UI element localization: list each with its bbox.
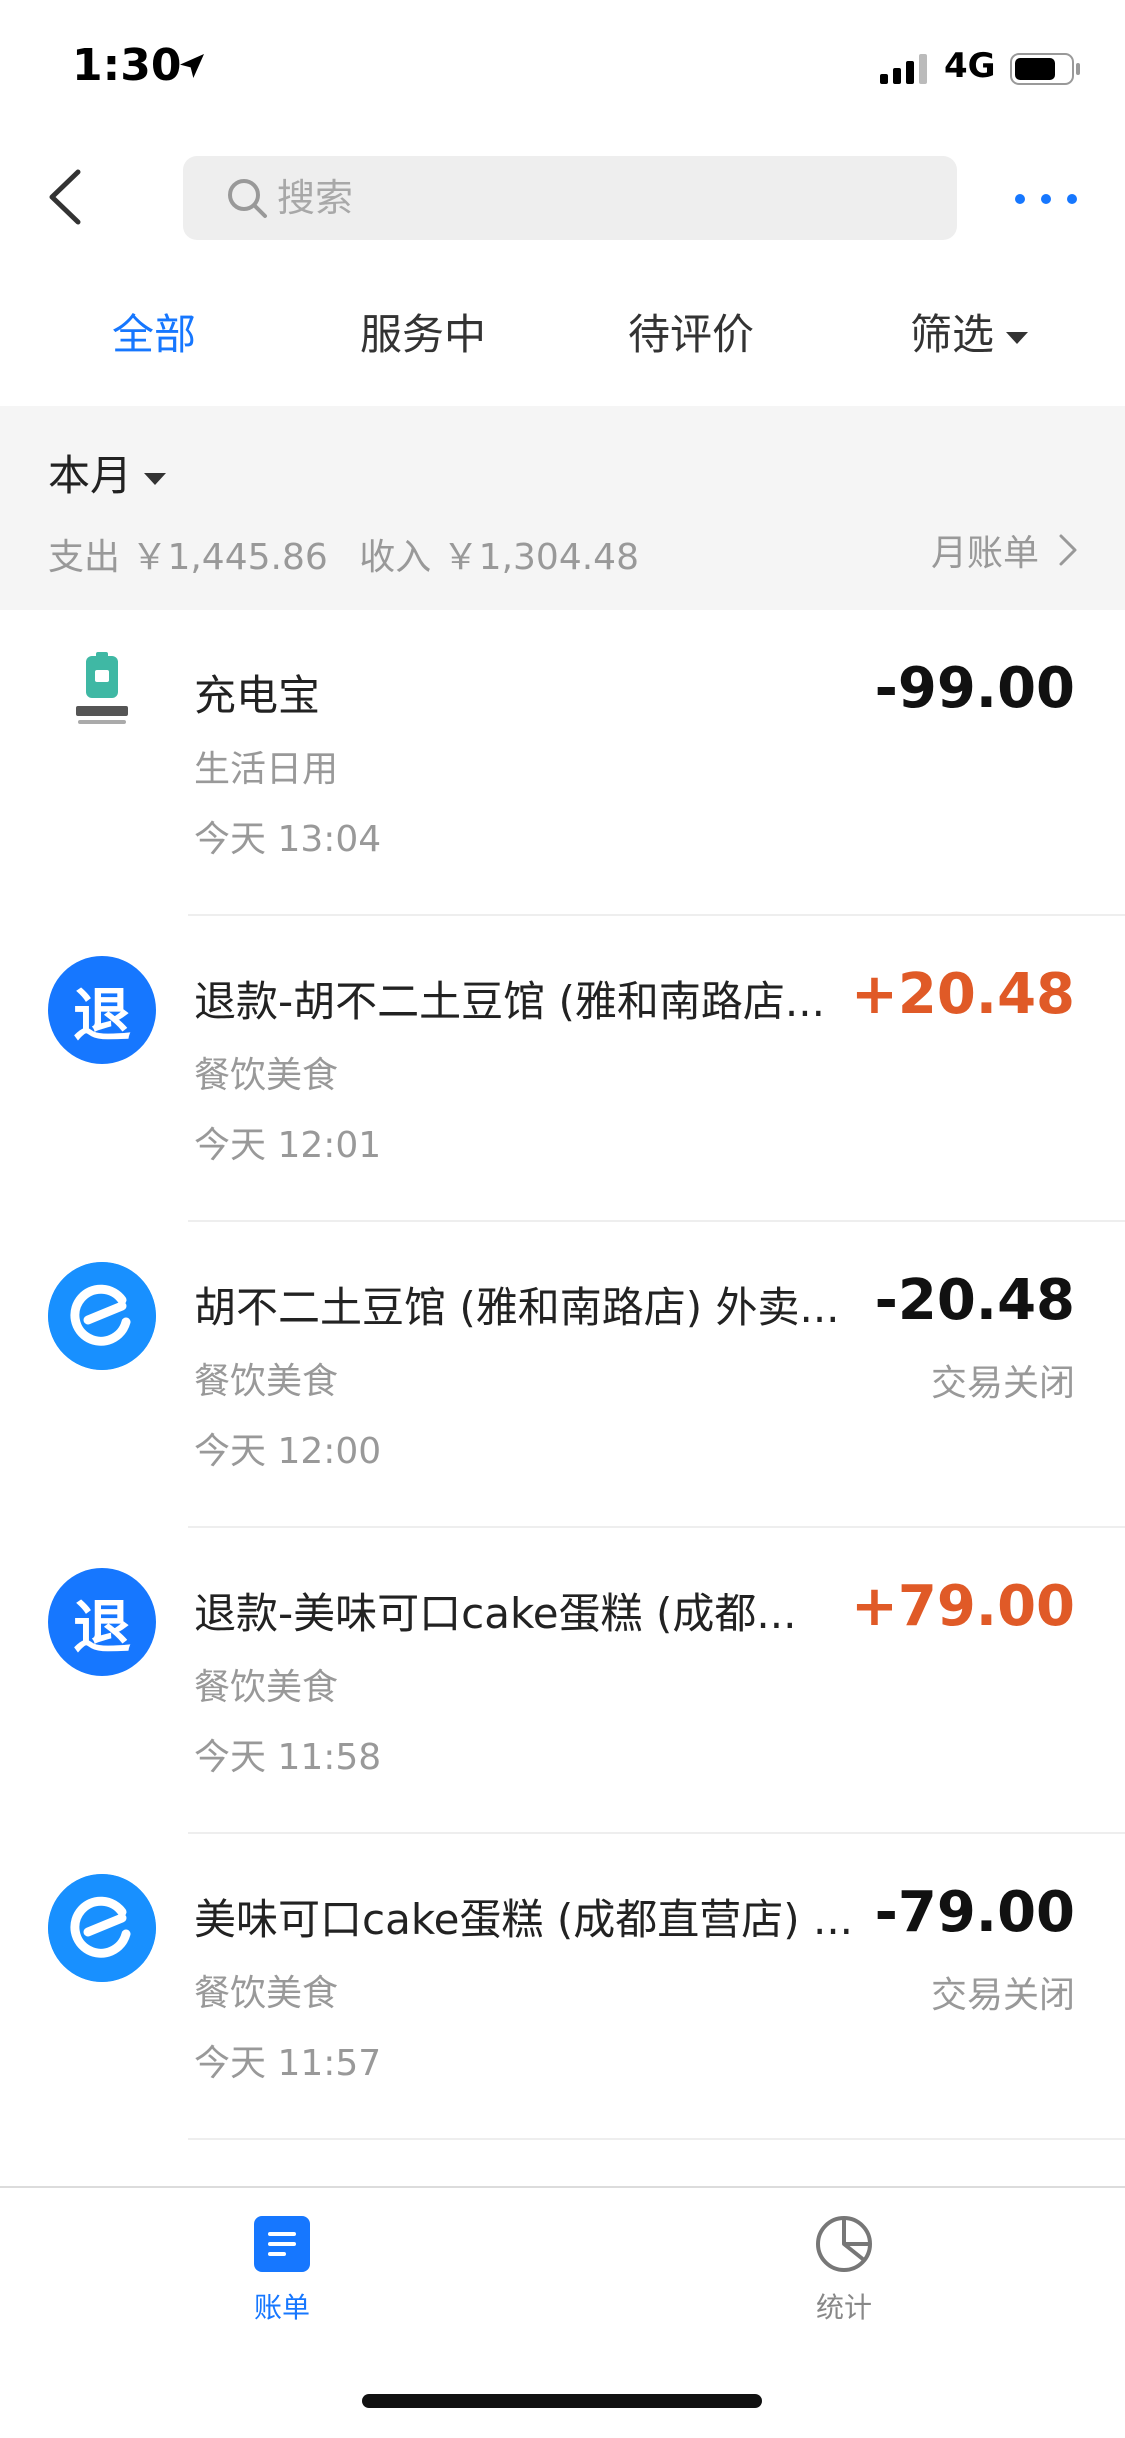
transaction-title: 退款-美味可口cake蛋糕 (成都... [194, 1589, 797, 1638]
transaction-time: 今天 13:04 [194, 819, 382, 860]
tab-in-service[interactable]: 服务中 [360, 300, 486, 370]
home-indicator [362, 2394, 762, 2408]
transaction-time: 今天 11:57 [194, 2043, 382, 2084]
more-options-icon[interactable] [1010, 184, 1082, 214]
search-placeholder: 搜索 [277, 176, 354, 220]
transaction-category: 餐饮美食 [194, 1973, 339, 2014]
transaction-amount: -99.00 [874, 656, 1075, 721]
transaction-amount: +79.00 [850, 1574, 1075, 1639]
transaction-category: 生活日用 [194, 749, 339, 790]
transaction-category: 餐饮美食 [194, 1361, 339, 1402]
caret-down-icon [144, 472, 167, 485]
transaction-list: 充电宝 生活日用 今天 13:04 -99.00 退 退款-胡不二土豆馆 (雅和… [0, 610, 1125, 2140]
back-chevron-icon[interactable] [44, 160, 94, 234]
filter-dropdown[interactable]: 筛选 [910, 300, 1029, 370]
month-summary: 本月 支出 ￥1,445.86 收入 ￥1,304.48 月账单 [0, 406, 1125, 610]
transaction-status: 交易关闭 [930, 1363, 1075, 1404]
tab-bar-stats-label: 统计 [815, 2291, 872, 2324]
network-type: 4G [944, 46, 996, 86]
refund-icon: 退 [48, 1568, 156, 1676]
transaction-category: 餐饮美食 [194, 1667, 339, 1708]
transaction-amount: +20.48 [850, 962, 1075, 1027]
search-icon [228, 179, 267, 218]
month-label: 本月 [48, 451, 133, 500]
search-input[interactable]: 搜索 [183, 156, 957, 240]
transaction-amount: -20.48 [874, 1268, 1075, 1333]
transaction-amount: -79.00 [874, 1880, 1075, 1945]
tab-bar-bill-label: 账单 [253, 2291, 310, 2324]
transaction-title: 充电宝 [194, 671, 321, 720]
tab-bar-stats[interactable]: 统计 [764, 2214, 924, 2326]
status-bar: 1:30 4G [0, 0, 1125, 140]
pie-chart-icon [816, 2216, 872, 2272]
month-selector[interactable]: 本月 [48, 442, 167, 503]
power-bank-logo-icon [76, 652, 128, 724]
transaction-time: 今天 11:58 [194, 1737, 382, 1778]
transaction-title: 退款-胡不二土豆馆 (雅和南路店... [194, 977, 825, 1026]
tab-pending-review[interactable]: 待评价 [628, 300, 754, 370]
transaction-row[interactable]: 退 退款-胡不二土豆馆 (雅和南路店... 餐饮美食 今天 12:01 +20.… [0, 916, 1125, 1222]
transaction-title: 胡不二土豆馆 (雅和南路店) 外卖... [194, 1283, 840, 1332]
filter-label: 筛选 [910, 310, 995, 359]
bill-list-icon [254, 2216, 310, 2272]
divider [188, 2138, 1125, 2140]
cellular-signal-icon [880, 54, 927, 84]
battery-icon [1010, 53, 1080, 85]
transaction-time: 今天 12:00 [194, 1431, 382, 1472]
caret-down-icon [1006, 331, 1029, 344]
tab-all[interactable]: 全部 [112, 300, 196, 370]
location-arrow-icon [180, 54, 204, 78]
transaction-category: 餐饮美食 [194, 1055, 339, 1096]
transaction-row[interactable]: 退 退款-美味可口cake蛋糕 (成都... 餐饮美食 今天 11:58 +79… [0, 1528, 1125, 1834]
eleme-icon [48, 1874, 156, 1982]
expense-income-summary: 支出 ￥1,445.86 收入 ￥1,304.48 [48, 528, 659, 580]
chevron-right-icon [1059, 534, 1077, 566]
transaction-time: 今天 12:01 [194, 1125, 382, 1166]
income-total: 收入 ￥1,304.48 [359, 537, 639, 578]
transaction-status: 交易关闭 [930, 1975, 1075, 2016]
refund-icon: 退 [48, 956, 156, 1064]
month-bill-link[interactable]: 月账单 [931, 524, 1079, 576]
eleme-icon [48, 1262, 156, 1370]
status-time: 1:30 [72, 40, 182, 91]
transaction-row[interactable]: 充电宝 生活日用 今天 13:04 -99.00 [0, 610, 1125, 916]
transaction-row[interactable]: 胡不二土豆馆 (雅和南路店) 外卖... 餐饮美食 今天 12:00 -20.4… [0, 1222, 1125, 1528]
transaction-title: 美味可口cake蛋糕 (成都直营店) ... [194, 1895, 854, 1944]
month-bill-label: 月账单 [930, 533, 1039, 574]
transaction-row[interactable]: 美味可口cake蛋糕 (成都直营店) ... 餐饮美食 今天 11:57 -79… [0, 1834, 1125, 2140]
expense-total: 支出 ￥1,445.86 [48, 537, 328, 578]
tab-bar-bill[interactable]: 账单 [202, 2214, 362, 2326]
